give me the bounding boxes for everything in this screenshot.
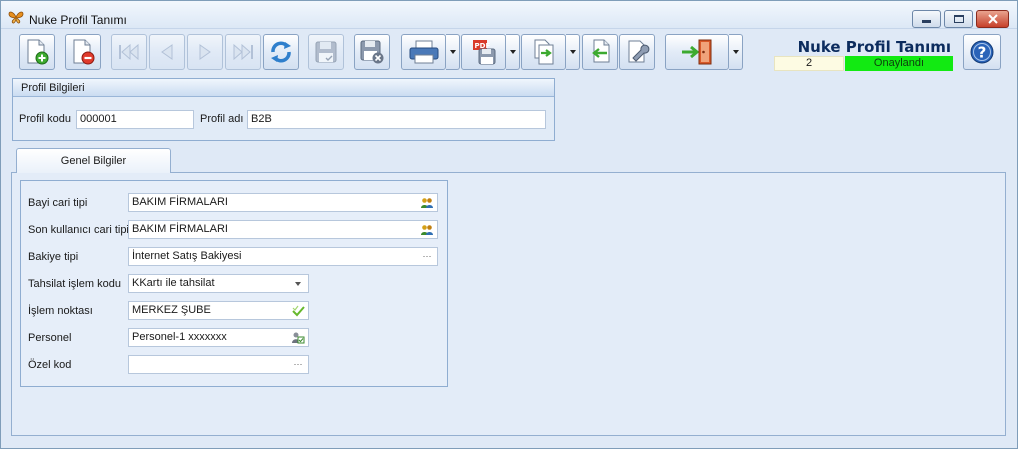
export-dropdown[interactable] (566, 34, 580, 70)
close-icon (987, 14, 998, 24)
help-button[interactable]: ? (963, 34, 1001, 70)
tab-general-info[interactable]: Genel Bilgiler (16, 148, 171, 173)
minimize-button[interactable] (912, 10, 941, 28)
new-doc-icon (27, 39, 49, 65)
save-icon (315, 41, 337, 63)
pdf-button[interactable]: PDF (461, 34, 506, 70)
dealer-account-type-field[interactable]: BAKIM FİRMALARI (128, 193, 438, 212)
form-title: Nuke Profil Tanımı (797, 38, 951, 56)
import-button[interactable] (582, 34, 618, 70)
dealer-account-type-value: BAKIM FİRMALARI (132, 196, 228, 208)
refresh-icon (271, 41, 291, 63)
collection-code-select[interactable]: KKartı ile tahsilat (128, 274, 309, 293)
save-cancel-button[interactable] (354, 34, 390, 70)
wrench-icon (628, 40, 650, 63)
chevron-down-icon (449, 50, 456, 54)
person-lookup-icon[interactable] (291, 331, 305, 344)
first-icon (119, 43, 139, 61)
save-button[interactable] (308, 34, 344, 70)
last-record-button[interactable] (225, 34, 261, 70)
butterfly-icon (8, 11, 24, 24)
end-user-account-type-field[interactable]: BAKIM FİRMALARI (128, 220, 438, 239)
exit-door-icon (682, 39, 712, 65)
pdf-dropdown[interactable] (506, 34, 520, 70)
chevron-down-icon (732, 50, 739, 54)
print-dropdown[interactable] (446, 34, 460, 70)
end-user-account-type-label: Son kullanıcı cari tipi (28, 224, 129, 236)
exit-dropdown[interactable] (729, 34, 743, 70)
print-button[interactable] (401, 34, 446, 70)
delete-record-button[interactable] (65, 34, 101, 70)
chevron-down-icon (569, 50, 576, 54)
profile-name-input[interactable]: B2B (247, 110, 546, 129)
pdf-icon: PDF (472, 40, 495, 65)
profile-code-input[interactable]: 000001 (76, 110, 194, 129)
profile-group-title: Profil Bilgileri (13, 79, 554, 97)
collection-code-value: KKartı ile tahsilat (132, 277, 215, 289)
import-icon (592, 39, 610, 63)
export-button[interactable] (521, 34, 566, 70)
maximize-icon (953, 15, 964, 23)
ellipsis-icon[interactable]: ··· (291, 358, 305, 371)
transaction-point-label: İşlem noktası (28, 305, 93, 317)
chevron-down-icon (509, 50, 516, 54)
save-cancel-icon (360, 40, 384, 64)
printer-icon (409, 40, 438, 64)
next-record-button[interactable] (187, 34, 223, 70)
previous-record-button[interactable] (149, 34, 185, 70)
transaction-point-field[interactable]: MERKEZ ŞUBE (128, 301, 309, 320)
chevron-down-icon[interactable] (291, 277, 305, 290)
special-code-field[interactable]: ··· (128, 355, 309, 374)
profile-code-label: Profil kodu (19, 113, 71, 125)
first-record-button[interactable] (111, 34, 147, 70)
refresh-button[interactable] (263, 34, 299, 70)
end-user-account-type-value: BAKIM FİRMALARI (132, 223, 228, 235)
main-window: Nuke Profil Tanımı PDF Nuke Profil Tanım… (0, 0, 1018, 449)
special-code-label: Özel kod (28, 359, 72, 371)
balance-type-value: İnternet Satış Bakiyesi (132, 250, 242, 262)
personnel-label: Personel (28, 332, 72, 344)
balance-type-field[interactable]: İnternet Satış Bakiyesi ··· (128, 247, 438, 266)
transaction-point-value: MERKEZ ŞUBE (132, 304, 211, 316)
window-title: Nuke Profil Tanımı (29, 13, 127, 27)
minimize-icon (922, 20, 931, 23)
tools-button[interactable] (619, 34, 655, 70)
previous-icon (161, 44, 173, 60)
last-icon (233, 43, 253, 61)
status-badge: Onaylandı (845, 56, 953, 71)
help-icon: ? (970, 40, 994, 64)
new-record-button[interactable] (19, 34, 55, 70)
maximize-button[interactable] (944, 10, 973, 28)
profile-name-label: Profil adı (200, 113, 244, 125)
users-icon[interactable] (420, 196, 434, 209)
title-bar: Nuke Profil Tanımı (1, 1, 1017, 29)
svg-text:?: ? (978, 44, 987, 62)
exit-button[interactable] (665, 34, 729, 70)
personnel-field[interactable]: Personel-1 xxxxxxx (128, 328, 309, 347)
ellipsis-icon[interactable]: ··· (420, 250, 434, 263)
close-button[interactable] (976, 10, 1009, 28)
export-icon (534, 39, 553, 65)
next-icon (199, 44, 211, 60)
delete-doc-icon (73, 39, 95, 65)
personnel-value: Personel-1 xxxxxxx (132, 331, 227, 343)
record-number: 2 (774, 56, 844, 71)
check-icon[interactable] (291, 304, 305, 317)
collection-code-label: Tahsilat işlem kodu (28, 278, 121, 290)
users-icon[interactable] (420, 223, 434, 236)
balance-type-label: Bakiye tipi (28, 251, 79, 263)
dealer-account-type-label: Bayi cari tipi (28, 197, 88, 209)
